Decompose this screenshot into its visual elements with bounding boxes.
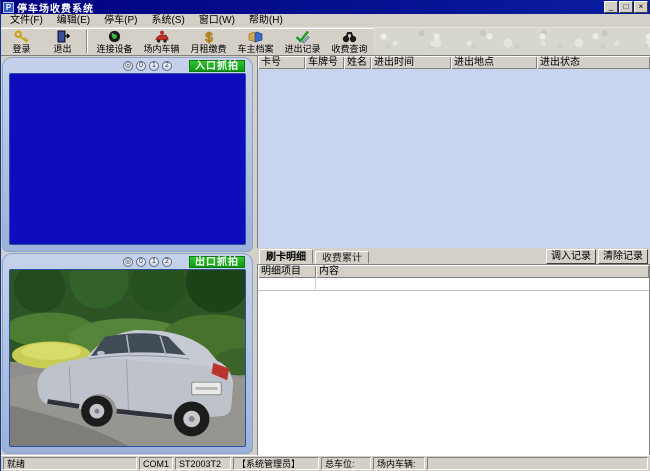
key-icon bbox=[14, 30, 29, 44]
column-header-time[interactable]: 进出时间 bbox=[371, 56, 451, 69]
status-device-model: ST2003T2 bbox=[175, 457, 231, 470]
tab-fee-summary[interactable]: 收费累计 bbox=[315, 251, 369, 264]
window-title: 停车场收费系统 bbox=[17, 0, 94, 15]
toolbar-label: 连接设备 bbox=[96, 44, 132, 54]
camera-0-button[interactable]: 0 bbox=[136, 257, 146, 267]
entry-capture-panel: ◎ 0 1 2 入口抓拍 bbox=[2, 57, 253, 252]
binoculars-icon bbox=[342, 30, 357, 44]
dollar-icon: $ bbox=[203, 30, 215, 44]
logout-button[interactable]: 退出 bbox=[42, 28, 83, 55]
detail-item-cell bbox=[258, 278, 316, 290]
video-column: ◎ 0 1 2 入口抓拍 ◎ 0 1 2 出口抓拍 bbox=[1, 56, 253, 455]
car-photo-illustration bbox=[10, 270, 245, 446]
detail-table: 明细项目 内容 bbox=[257, 264, 650, 455]
menu-window[interactable]: 窗口(W) bbox=[192, 14, 242, 28]
detail-tab-bar: 刷卡明细 收费累计 调入记录 清除记录 bbox=[257, 248, 650, 264]
camera-select-button[interactable]: ◎ bbox=[123, 61, 133, 71]
status-com-port: COM1 bbox=[139, 457, 173, 470]
folder-archive-icon bbox=[248, 30, 263, 44]
toolbar-label: 收费查询 bbox=[331, 44, 367, 54]
menu-help[interactable]: 帮助(H) bbox=[242, 14, 290, 28]
detail-content-cell bbox=[316, 278, 649, 290]
app-window: P 停车场收费系统 _ □ × 文件(F) 编辑(E) 停车(P) 系统(S) … bbox=[0, 0, 650, 471]
monthly-fee-button[interactable]: $ 月租缴费 bbox=[185, 28, 232, 55]
device-lens-icon bbox=[108, 30, 121, 44]
records-column: 卡号 车牌号 姓名 进出时间 进出地点 进出状态 刷卡明细 收费累计 调入记录 … bbox=[257, 56, 650, 455]
camera-1-button[interactable]: 1 bbox=[149, 61, 159, 71]
menu-file[interactable]: 文件(F) bbox=[3, 14, 50, 28]
detail-empty-row[interactable] bbox=[258, 278, 649, 291]
entry-exit-records-button[interactable]: 进出记录 bbox=[279, 28, 326, 55]
entry-video-screen bbox=[9, 73, 246, 245]
owner-archive-button[interactable]: 车主档案 bbox=[232, 28, 279, 55]
column-header-name[interactable]: 姓名 bbox=[344, 56, 371, 69]
window-controls: _ □ × bbox=[604, 1, 648, 13]
red-vehicle-icon bbox=[154, 30, 169, 44]
detail-table-header: 明细项目 内容 bbox=[258, 265, 649, 278]
toolbar-label: 月租缴费 bbox=[190, 44, 226, 54]
toolbar-separator bbox=[86, 30, 88, 53]
clear-records-button[interactable]: 清除记录 bbox=[598, 249, 648, 264]
minimize-button[interactable]: _ bbox=[604, 1, 618, 13]
records-table-body[interactable] bbox=[258, 69, 650, 248]
maximize-button[interactable]: □ bbox=[619, 1, 633, 13]
entry-panel-header: ◎ 0 1 2 入口抓拍 bbox=[9, 59, 246, 73]
login-button[interactable]: 登录 bbox=[1, 28, 42, 55]
fee-query-button[interactable]: 收费查询 bbox=[326, 28, 373, 55]
toolbar-label: 登录 bbox=[12, 44, 30, 54]
toolbar-label: 车主档案 bbox=[237, 44, 273, 54]
records-table: 卡号 车牌号 姓名 进出时间 进出地点 进出状态 bbox=[257, 56, 650, 248]
exit-video-photo bbox=[9, 269, 246, 447]
menu-system[interactable]: 系统(S) bbox=[144, 14, 191, 28]
toolbar-label: 场内车辆 bbox=[143, 44, 179, 54]
column-header-status[interactable]: 进出状态 bbox=[537, 56, 650, 69]
status-operator: 【系统管理员】 bbox=[233, 457, 319, 470]
tab-card-detail[interactable]: 刷卡明细 bbox=[259, 249, 313, 264]
load-records-button[interactable]: 调入记录 bbox=[546, 249, 596, 264]
check-record-icon bbox=[295, 30, 310, 44]
status-total-spaces: 总车位: bbox=[321, 457, 371, 470]
status-bar: 就绪 COM1 ST2003T2 【系统管理员】 总车位: 场内车辆: bbox=[1, 455, 650, 471]
vehicles-in-lot-button[interactable]: 场内车辆 bbox=[138, 28, 185, 55]
status-empty bbox=[427, 457, 648, 470]
entry-capture-label[interactable]: 入口抓拍 bbox=[189, 60, 245, 72]
column-header-content[interactable]: 内容 bbox=[316, 265, 649, 278]
column-header-card-no[interactable]: 卡号 bbox=[258, 56, 305, 69]
records-table-header: 卡号 车牌号 姓名 进出时间 进出地点 进出状态 bbox=[258, 56, 650, 69]
close-button[interactable]: × bbox=[634, 1, 648, 13]
svg-text:$: $ bbox=[205, 30, 213, 44]
camera-0-button[interactable]: 0 bbox=[136, 61, 146, 71]
status-vehicles-in-lot: 场内车辆: bbox=[373, 457, 425, 470]
column-header-plate-no[interactable]: 车牌号 bbox=[305, 56, 344, 69]
column-header-location[interactable]: 进出地点 bbox=[451, 56, 537, 69]
exit-panel-header: ◎ 0 1 2 出口抓拍 bbox=[9, 255, 246, 269]
camera-2-button[interactable]: 2 bbox=[162, 61, 172, 71]
status-ready: 就绪 bbox=[3, 457, 137, 470]
menu-bar: 文件(F) 编辑(E) 停车(P) 系统(S) 窗口(W) 帮助(H) bbox=[1, 14, 650, 28]
app-icon: P bbox=[3, 2, 14, 13]
toolbar-marble-texture bbox=[373, 28, 650, 55]
camera-select-button[interactable]: ◎ bbox=[123, 257, 133, 267]
camera-2-button[interactable]: 2 bbox=[162, 257, 172, 267]
toolbar: 登录 退出 连接设备 场内车辆 $ 月租缴费 bbox=[1, 28, 650, 56]
connect-device-button[interactable]: 连接设备 bbox=[91, 28, 138, 55]
camera-1-button[interactable]: 1 bbox=[149, 257, 159, 267]
detail-table-body[interactable] bbox=[258, 291, 649, 455]
exit-door-icon bbox=[56, 30, 70, 44]
main-area: ◎ 0 1 2 入口抓拍 ◎ 0 1 2 出口抓拍 bbox=[1, 56, 650, 455]
menu-parking[interactable]: 停车(P) bbox=[97, 14, 144, 28]
toolbar-label: 退出 bbox=[53, 44, 71, 54]
title-bar: P 停车场收费系统 _ □ × bbox=[1, 0, 650, 14]
toolbar-label: 进出记录 bbox=[284, 44, 320, 54]
exit-capture-panel: ◎ 0 1 2 出口抓拍 bbox=[2, 253, 253, 454]
exit-capture-label[interactable]: 出口抓拍 bbox=[189, 256, 245, 268]
column-header-detail-item[interactable]: 明细项目 bbox=[258, 265, 316, 278]
menu-edit[interactable]: 编辑(E) bbox=[50, 14, 97, 28]
